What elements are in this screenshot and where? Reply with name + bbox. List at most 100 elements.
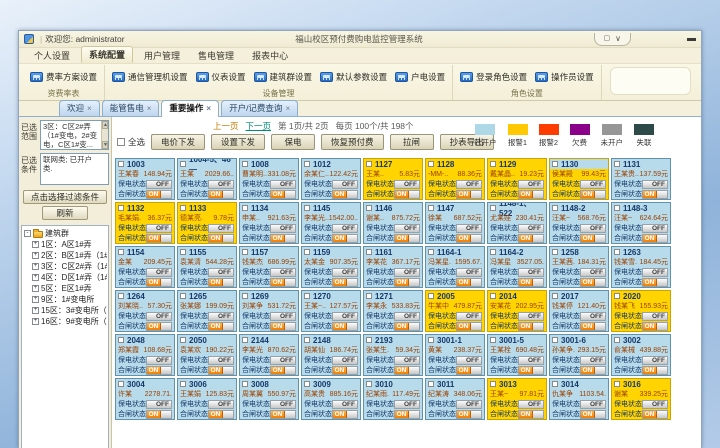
card-checkbox[interactable]: [490, 293, 496, 299]
meter-card[interactable]: 1146谢某..875.72元保电状态OFF合闸状态ON: [363, 202, 423, 244]
meter-card[interactable]: 1008曹某明..331.08元保电状态OFF合闸状态ON: [239, 158, 299, 200]
meter-card[interactable]: 1270王某~..127.57元保电状态OFF合闸状态ON: [301, 290, 361, 332]
switch-toggle[interactable]: ON: [332, 190, 358, 199]
card-checkbox[interactable]: [304, 161, 310, 167]
card-checkbox[interactable]: [366, 249, 372, 255]
card-checkbox[interactable]: [366, 381, 372, 387]
card-checkbox[interactable]: [552, 205, 558, 211]
meter-card[interactable]: 1157钱某杰686.99元保电状态OFF合闸状态ON: [239, 246, 299, 288]
meter-card[interactable]: 1134申某..921.63元保电状态OFF合闸状态ON: [239, 202, 299, 244]
power-keep-toggle[interactable]: OFF: [518, 400, 544, 409]
card-checkbox[interactable]: [490, 381, 496, 387]
power-keep-toggle[interactable]: OFF: [518, 356, 544, 365]
power-keep-toggle[interactable]: OFF: [642, 356, 668, 365]
power-keep-toggle[interactable]: OFF: [332, 312, 358, 321]
filter-button[interactable]: 点击选择过滤条件: [23, 190, 107, 204]
switch-toggle[interactable]: ON: [518, 410, 544, 419]
card-checkbox[interactable]: [366, 161, 372, 167]
switch-toggle[interactable]: ON: [332, 278, 358, 287]
ribbon-button[interactable]: 默认参数设置: [316, 69, 391, 85]
card-checkbox[interactable]: [428, 293, 434, 299]
switch-toggle[interactable]: ON: [394, 234, 420, 243]
power-keep-toggle[interactable]: OFF: [642, 400, 668, 409]
card-checkbox[interactable]: [118, 205, 124, 211]
card-checkbox[interactable]: [304, 205, 310, 211]
ribbon-button[interactable]: 操作员设置: [531, 69, 598, 85]
card-checkbox[interactable]: [552, 337, 558, 343]
menu-item-4[interactable]: 报表中心: [245, 48, 295, 63]
meter-card[interactable]: 2048郑某霞108.68元保电状态OFF合闸状态ON: [115, 334, 175, 376]
prev-page-link[interactable]: 上一页: [213, 120, 239, 132]
meter-card[interactable]: 1131王某贵..137.59元保电状态OFF合闸状态ON: [611, 158, 671, 200]
meter-card[interactable]: 1145李某光..1542.00..保电状态OFF合闸状态ON: [301, 202, 361, 244]
power-keep-toggle[interactable]: OFF: [518, 224, 544, 233]
power-keep-toggle[interactable]: OFF: [208, 400, 234, 409]
meter-card[interactable]: 2148胡某仙186.74元保电状态OFF合闸状态ON: [301, 334, 361, 376]
meter-card[interactable]: 3016谢某339.25元保电状态OFF合闸状态ON: [611, 378, 671, 420]
tree-item[interactable]: +1区：A区1#弄: [24, 239, 107, 250]
tree-item[interactable]: +15区：3#变电所（3#变...: [24, 305, 107, 316]
card-checkbox[interactable]: [118, 293, 124, 299]
card-checkbox[interactable]: [428, 161, 434, 167]
card-checkbox[interactable]: [304, 337, 310, 343]
ribbon-button[interactable]: 登录角色设置: [456, 69, 531, 85]
expand-icon[interactable]: +: [32, 252, 39, 259]
power-keep-toggle[interactable]: OFF: [642, 180, 668, 189]
switch-toggle[interactable]: ON: [580, 366, 606, 375]
meter-card[interactable]: 3006王某娟125.83元保电状态OFF合闸状态ON: [177, 378, 237, 420]
collapse-ribbon-icon[interactable]: ∨: [615, 34, 621, 43]
meter-card[interactable]: 1130侯某殿99.43元保电状态OFF合闸状态ON: [549, 158, 609, 200]
switch-toggle[interactable]: ON: [518, 234, 544, 243]
card-checkbox[interactable]: [552, 161, 558, 167]
switch-toggle[interactable]: ON: [394, 278, 420, 287]
power-keep-toggle[interactable]: OFF: [270, 180, 296, 189]
meter-card[interactable]: 1148-2汪某~568.76元保电状态OFF合闸状态ON: [549, 202, 609, 244]
card-checkbox[interactable]: [614, 161, 620, 167]
tree-root[interactable]: - 建筑群: [24, 228, 107, 239]
switch-toggle[interactable]: ON: [270, 278, 296, 287]
expand-icon[interactable]: +: [32, 285, 39, 292]
meter-card[interactable]: 3001-6孙某争.293.15元保电状态OFF合闸状态ON: [549, 334, 609, 376]
power-keep-toggle[interactable]: OFF: [270, 356, 296, 365]
tree-item[interactable]: +4区：D区1#弄（1#...: [24, 272, 107, 283]
meter-card[interactable]: 1164-1冯某星.1595.67.保电状态OFF合闸状态ON: [425, 246, 485, 288]
meter-card[interactable]: 1264刘某晓..57.30元保电状态OFF合闸状态ON: [115, 290, 175, 332]
switch-toggle[interactable]: ON: [580, 410, 606, 419]
power-keep-toggle[interactable]: OFF: [580, 180, 606, 189]
card-checkbox[interactable]: [614, 381, 620, 387]
card-checkbox[interactable]: [118, 337, 124, 343]
meter-card[interactable]: 1164-2冯某星3527.05.保电状态OFF合闸状态ON: [487, 246, 547, 288]
toolbar-button-1[interactable]: 设置下发: [211, 134, 265, 150]
toolbar-button-0[interactable]: 电价下发: [151, 134, 205, 150]
switch-toggle[interactable]: ON: [518, 322, 544, 331]
meter-card[interactable]: 1155袁某清544.28元保电状态OFF合闸状态ON: [177, 246, 237, 288]
switch-toggle[interactable]: ON: [332, 322, 358, 331]
power-keep-toggle[interactable]: OFF: [518, 312, 544, 321]
power-keep-toggle[interactable]: OFF: [580, 312, 606, 321]
switch-toggle[interactable]: ON: [270, 190, 296, 199]
card-checkbox[interactable]: [242, 293, 248, 299]
power-keep-toggle[interactable]: OFF: [580, 400, 606, 409]
condition-listbox[interactable]: 联网类; 已开户类.: [40, 153, 109, 185]
power-keep-toggle[interactable]: OFF: [208, 268, 234, 277]
next-page-link[interactable]: 下一页: [246, 120, 272, 132]
power-keep-toggle[interactable]: OFF: [270, 312, 296, 321]
scroll-down-icon[interactable]: ▼: [102, 141, 108, 149]
power-keep-toggle[interactable]: OFF: [146, 356, 172, 365]
card-checkbox[interactable]: [180, 205, 186, 211]
card-checkbox[interactable]: [552, 293, 558, 299]
power-keep-toggle[interactable]: OFF: [394, 268, 420, 277]
card-checkbox[interactable]: [118, 161, 124, 167]
card-checkbox[interactable]: [614, 205, 620, 211]
meter-card[interactable]: 1271李某永533.83元保电状态OFF合闸状态ON: [363, 290, 423, 332]
card-checkbox[interactable]: [428, 337, 434, 343]
power-keep-toggle[interactable]: OFF: [332, 356, 358, 365]
card-checkbox[interactable]: [614, 293, 620, 299]
switch-toggle[interactable]: ON: [332, 234, 358, 243]
power-keep-toggle[interactable]: OFF: [332, 268, 358, 277]
meter-card[interactable]: 3002俞某械439.88元保电状态OFF合闸状态ON: [611, 334, 671, 376]
switch-toggle[interactable]: ON: [270, 410, 296, 419]
card-checkbox[interactable]: [180, 381, 186, 387]
meter-card[interactable]: 1258王某茜.184.31元保电状态OFF合闸状态ON: [549, 246, 609, 288]
card-checkbox[interactable]: [490, 337, 496, 343]
